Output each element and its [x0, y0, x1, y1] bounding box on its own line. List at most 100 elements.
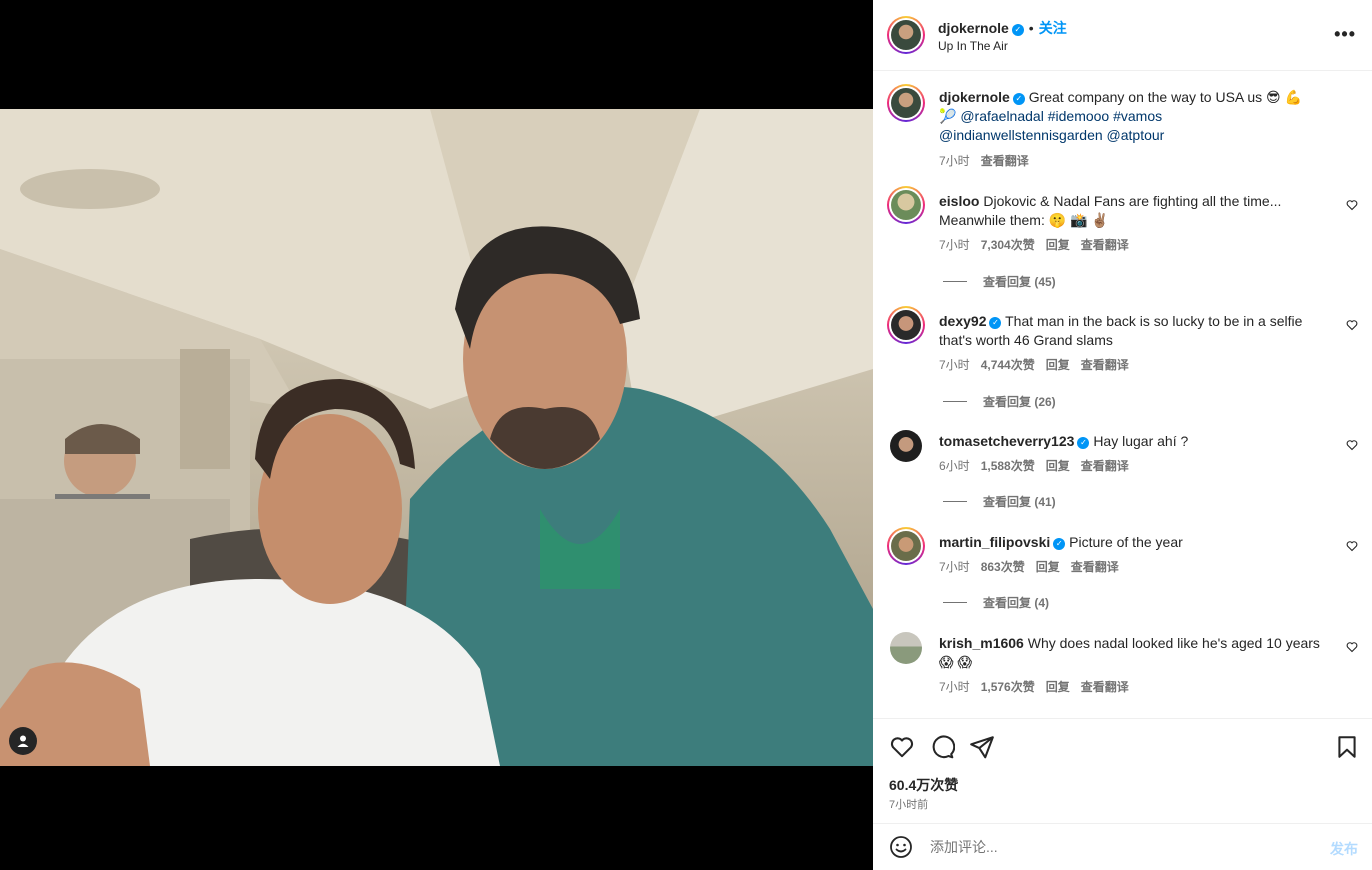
comment-username[interactable]: tomasetcheverry123 — [939, 433, 1074, 449]
post-photo[interactable] — [0, 109, 873, 766]
verified-icon: ✓ — [989, 317, 1002, 329]
see-translation-button[interactable]: 查看翻译 — [1071, 560, 1119, 574]
bookmark-icon[interactable] — [1334, 734, 1360, 760]
view-replies-label[interactable]: 查看回复 (4) — [983, 594, 1049, 611]
replies-line — [943, 401, 967, 402]
user-tag-icon[interactable] — [9, 727, 37, 755]
reply-button[interactable]: 回复 — [1036, 560, 1060, 574]
comment-input[interactable] — [928, 835, 1292, 859]
author-username[interactable]: djokernole — [938, 20, 1009, 36]
verified-icon: ✓ — [1012, 93, 1025, 105]
comment-heart-icon[interactable] — [1346, 319, 1358, 331]
comment-time[interactable]: 7小时 — [939, 358, 970, 372]
comment-avatar[interactable] — [890, 632, 922, 664]
caption-meta: 7小时 查看翻译 — [939, 152, 1040, 169]
post-media — [0, 0, 873, 870]
view-replies-label[interactable]: 查看回复 (45) — [983, 273, 1056, 290]
comment-meta: 7小时 1,576次赞 回复 查看翻译 — [939, 678, 1140, 695]
replies-line — [943, 281, 967, 282]
view-replies-button[interactable]: 查看回复 (4) — [943, 594, 1049, 611]
verified-icon: ✓ — [1077, 437, 1090, 449]
reply-button[interactable]: 回复 — [1046, 238, 1070, 252]
post-actions: 60.4万次赞 7小时前 — [873, 718, 1372, 824]
comment-likes[interactable]: 863次赞 — [981, 560, 1025, 574]
comment-heart-icon[interactable] — [1346, 641, 1358, 653]
comment-avatar[interactable] — [887, 186, 925, 224]
comment-composer: 发布 — [873, 823, 1372, 870]
see-translation-button[interactable]: 查看翻译 — [1081, 680, 1129, 694]
author-avatar[interactable] — [887, 16, 925, 54]
comment-heart-icon[interactable] — [1346, 199, 1358, 211]
comment-time[interactable]: 6小时 — [939, 459, 970, 473]
comment-likes[interactable]: 7,304次赞 — [981, 238, 1035, 252]
caption-avatar[interactable] — [887, 84, 925, 122]
comment-username[interactable]: martin_filipovski — [939, 534, 1050, 550]
comment-heart-icon[interactable] — [1346, 540, 1358, 552]
caption-text: djokernole ✓ Great company on the way to … — [939, 88, 1323, 145]
view-replies-button[interactable]: 查看回复 (45) — [943, 273, 1056, 290]
view-replies-label[interactable]: 查看回复 (26) — [983, 393, 1056, 410]
post-location[interactable]: Up In The Air — [938, 39, 1008, 53]
view-replies-label[interactable]: 查看回复 (41) — [983, 493, 1056, 510]
like-count[interactable]: 60.4万次赞 — [889, 775, 958, 795]
comment-username[interactable]: krish_m1606 — [939, 635, 1024, 651]
comment-avatar[interactable] — [887, 306, 925, 344]
comment-text: tomasetcheverry123 ✓ Hay lugar ahí ? — [939, 432, 1323, 451]
see-translation-button[interactable]: 查看翻译 — [981, 154, 1029, 168]
replies-line — [943, 501, 967, 502]
comment-time[interactable]: 7小时 — [939, 560, 970, 574]
caption-link[interactable]: #vamos — [1113, 108, 1162, 124]
comment-username[interactable]: eisloo — [939, 193, 979, 209]
view-replies-button[interactable]: 查看回复 (41) — [943, 493, 1056, 510]
photo-illustration — [0, 109, 873, 766]
comment-text: krish_m1606 Why does nadal looked like h… — [939, 634, 1323, 672]
see-translation-button[interactable]: 查看翻译 — [1081, 459, 1129, 473]
comment-time[interactable]: 7小时 — [939, 238, 970, 252]
caption-link[interactable]: @rafaelnadal — [960, 108, 1044, 124]
caption-username[interactable]: djokernole — [939, 89, 1010, 105]
emoji-icon[interactable] — [889, 835, 913, 859]
comment-body: Djokovic & Nadal Fans are fighting all t… — [939, 193, 1282, 228]
comment-meta: 6小时 1,588次赞 回复 查看翻译 — [939, 457, 1140, 474]
share-icon[interactable] — [969, 734, 995, 760]
comment-meta: 7小时 7,304次赞 回复 查看翻译 — [939, 236, 1140, 253]
see-translation-button[interactable]: 查看翻译 — [1081, 358, 1129, 372]
caption-link[interactable]: @atptour — [1107, 127, 1165, 143]
comment-avatar[interactable] — [890, 430, 922, 462]
comment-meta: 7小时 4,744次赞 回复 查看翻译 — [939, 356, 1140, 373]
view-replies-button[interactable]: 查看回复 (26) — [943, 393, 1056, 410]
caption-time[interactable]: 7小时 — [939, 154, 970, 168]
post-comment-button[interactable]: 发布 — [1330, 839, 1358, 859]
verified-icon: ✓ — [1053, 538, 1066, 550]
reply-button[interactable]: 回复 — [1046, 680, 1070, 694]
comment-heart-icon[interactable] — [1346, 439, 1358, 451]
comment-likes[interactable]: 1,576次赞 — [981, 680, 1035, 694]
comment-text: eisloo Djokovic & Nadal Fans are fightin… — [939, 192, 1323, 230]
reply-button[interactable]: 回复 — [1046, 459, 1070, 473]
author-line: djokernole ✓ • 关注 — [938, 18, 1067, 38]
follow-button[interactable]: 关注 — [1039, 20, 1067, 36]
post-side-panel: djokernole ✓ • 关注 Up In The Air ••• djokern… — [873, 0, 1372, 870]
reply-button[interactable]: 回复 — [1046, 358, 1070, 372]
caption-link[interactable]: #idemooo — [1048, 108, 1110, 124]
comment-likes[interactable]: 4,744次赞 — [981, 358, 1035, 372]
more-icon[interactable]: ••• — [1334, 24, 1356, 45]
heart-icon[interactable] — [889, 734, 915, 760]
comment-text: dexy92 ✓ That man in the back is so lucky… — [939, 312, 1323, 350]
comment-icon[interactable] — [929, 734, 955, 760]
see-translation-button[interactable]: 查看翻译 — [1081, 238, 1129, 252]
comment-avatar[interactable] — [887, 527, 925, 565]
comment-likes[interactable]: 1,588次赞 — [981, 459, 1035, 473]
post-header: djokernole ✓ • 关注 Up In The Air ••• — [873, 0, 1372, 71]
comment-username[interactable]: dexy92 — [939, 313, 986, 329]
comment-time[interactable]: 7小时 — [939, 680, 970, 694]
replies-line — [943, 602, 967, 603]
comment-text: martin_filipovski ✓ Picture of the year — [939, 533, 1323, 552]
caption-link[interactable]: @indianwellstennisgarden — [939, 127, 1103, 143]
verified-icon: ✓ — [1011, 24, 1024, 36]
post-time[interactable]: 7小时前 — [889, 796, 928, 812]
comment-meta: 7小时 863次赞 回复 查看翻译 — [939, 558, 1130, 575]
comment-body: Hay lugar ahí ? — [1093, 433, 1189, 449]
separator-dot: • — [1028, 20, 1034, 36]
comment-body: Picture of the year — [1069, 534, 1183, 550]
